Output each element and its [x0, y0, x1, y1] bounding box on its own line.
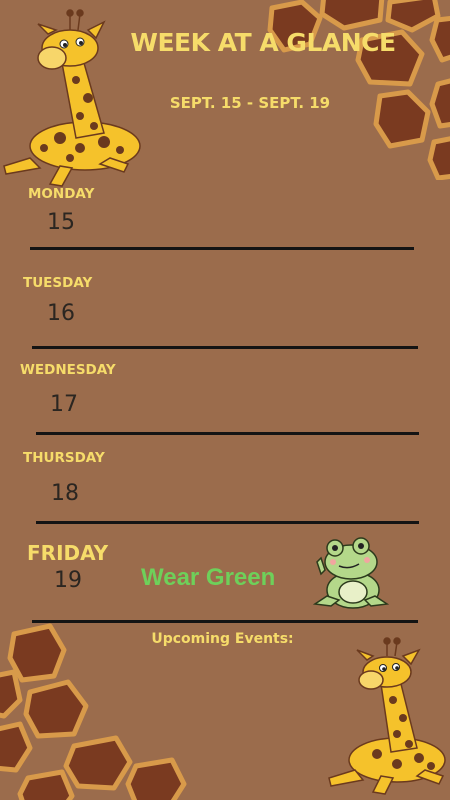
giraffe-illustration-bottom — [328, 637, 446, 795]
day-label-thursday: THURSDAY — [23, 450, 105, 466]
day-divider-monday — [30, 247, 414, 250]
day-date-monday: 15 — [47, 210, 75, 235]
day-divider-tuesday — [32, 346, 418, 349]
day-label-wednesday: WEDNESDAY — [20, 362, 116, 378]
frog-illustration — [313, 537, 389, 609]
day-date-friday: 19 — [54, 568, 82, 593]
day-divider-wednesday — [36, 432, 419, 435]
giraffe-spot-pattern-bottom-left — [0, 623, 187, 800]
day-label-friday: FRIDAY — [27, 541, 109, 565]
day-divider-thursday — [36, 521, 419, 524]
giraffe-spot-pattern-top-right — [267, 0, 450, 180]
date-range: SEPT. 15 - SEPT. 19 — [169, 94, 331, 112]
week-at-a-glance-page: WEEK AT A GLANCE SEPT. 15 - SEPT. 19 MON… — [0, 0, 450, 800]
upcoming-events-label: Upcoming Events: — [151, 631, 294, 647]
day-date-thursday: 18 — [51, 481, 79, 506]
day-date-tuesday: 16 — [47, 301, 75, 326]
day-date-wednesday: 17 — [50, 392, 78, 417]
page-title: WEEK AT A GLANCE — [130, 28, 396, 57]
day-label-tuesday: TUESDAY — [23, 275, 93, 291]
friday-event: Wear Green — [141, 564, 276, 591]
day-label-monday: MONDAY — [28, 186, 95, 202]
day-divider-friday — [32, 620, 418, 623]
